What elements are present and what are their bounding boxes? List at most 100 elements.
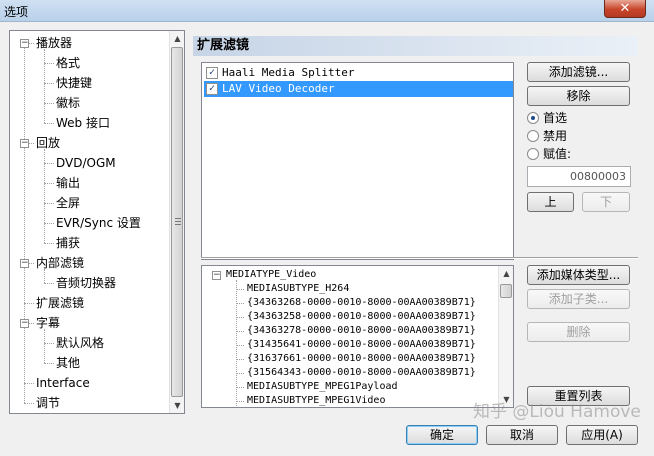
media-subtype-item[interactable]: {31435641-0000-0010-8000-00AA00389B71} [247, 338, 476, 352]
radio-label: 赋值: [543, 147, 572, 161]
filter-list[interactable]: ✓ Haali Media Splitter ✓ LAV Video Decod… [201, 62, 514, 260]
scrollbar-thumb[interactable] [171, 47, 183, 397]
tree-connector [44, 163, 54, 164]
divider [201, 257, 638, 259]
tree-item[interactable]: Web 接口 [54, 115, 112, 131]
radio-button[interactable] [527, 112, 539, 124]
tree-connector [236, 373, 244, 374]
tree-connector [236, 345, 244, 346]
add-media-type-button[interactable]: 添加媒体类型... [527, 265, 630, 285]
tree-item[interactable]: Interface [34, 375, 92, 391]
media-subtype-item[interactable]: {34363268-0000-0010-8000-00AA00389B71} [247, 296, 476, 310]
tree-connector [44, 343, 54, 344]
media-type-root[interactable]: MEDIATYPE_Video [226, 268, 316, 282]
media-type-tree[interactable]: MEDIATYPE_Video − MEDIASUBTYPE_H264 {343632… [201, 265, 514, 408]
tree-connector [44, 103, 54, 104]
tree-item[interactable]: 内部滤镜 [34, 255, 86, 271]
media-subtype-item[interactable]: MEDIASUBTYPE_MPEG1Video [247, 394, 385, 407]
move-up-button[interactable]: 上 [527, 192, 574, 212]
tree-item[interactable]: 格式 [54, 55, 82, 71]
tree-item[interactable]: 捕获 [54, 235, 82, 251]
tree-connector [24, 403, 34, 404]
radio-button[interactable] [527, 130, 539, 142]
tree-item[interactable]: DVD/OGM [54, 155, 118, 171]
collapse-icon[interactable]: − [20, 259, 29, 268]
close-icon: ✕ [619, 1, 631, 16]
tree-item[interactable]: 全屏 [54, 195, 82, 211]
tree-item[interactable]: 扩展滤镜 [34, 295, 87, 311]
filter-name: Haali Media Splitter [222, 66, 355, 79]
panel-title: 扩展滤镜 [193, 36, 638, 56]
filter-item[interactable]: ✓ Haali Media Splitter [204, 65, 513, 81]
tree-item[interactable]: 默认风格 [54, 335, 106, 351]
add-filter-button[interactable]: 添加滤镜... [527, 62, 630, 82]
delete-button[interactable]: 删除 [527, 322, 630, 342]
tree-connector [44, 329, 45, 363]
collapse-icon[interactable]: − [20, 39, 29, 48]
close-button[interactable]: ✕ [604, 0, 646, 18]
grip-line [175, 224, 181, 225]
media-subtype-item[interactable]: MEDIASUBTYPE_H264 [247, 282, 349, 296]
media-type-items: MEDIATYPE_Video − MEDIASUBTYPE_H264 {343632… [202, 266, 498, 407]
filter-checkbox[interactable]: ✓ [206, 67, 218, 79]
tree-connector [44, 223, 54, 224]
scroll-down-icon[interactable]: ▼ [170, 398, 185, 413]
tree-connector [236, 359, 244, 360]
collapse-icon[interactable]: − [20, 139, 29, 148]
tree-item[interactable]: 回放 [34, 135, 62, 151]
remove-button[interactable]: 移除 [527, 86, 630, 106]
media-subtype-item[interactable]: MEDIASUBTYPE_MPEG1Payload [247, 380, 398, 394]
tree-item[interactable]: 徽标 [54, 95, 82, 111]
tree-item[interactable]: 输出 [54, 175, 82, 191]
tree-connector [24, 303, 34, 304]
tree-item[interactable]: EVR/Sync 设置 [54, 215, 143, 231]
tree-item[interactable]: 字幕 [34, 315, 62, 331]
add-subtype-button[interactable]: 添加子类... [527, 289, 630, 309]
grip-line [175, 218, 181, 219]
grip-line [175, 221, 181, 222]
tree-connector [44, 283, 54, 284]
tree-connector [236, 331, 244, 332]
tree-connector [236, 289, 244, 290]
radio-button[interactable] [527, 148, 539, 160]
tree-connector [44, 63, 54, 64]
watermark: 知乎 @Liou Hamove [473, 402, 641, 422]
tree-connector [24, 383, 34, 384]
tree-connector [236, 401, 244, 402]
tree-connector [44, 49, 45, 123]
tree-connector [44, 123, 54, 124]
title-bar: 选项 ✕ [0, 0, 654, 22]
tree-connector [44, 83, 54, 84]
media-subtype-item[interactable]: {31637661-0000-0010-8000-00AA00389B71} [247, 352, 476, 366]
tree-item[interactable]: 播放器 [34, 35, 74, 51]
tree-connector [236, 387, 244, 388]
tree-item[interactable]: 其他 [54, 355, 82, 371]
tree-connector [44, 363, 54, 364]
tree-connector [44, 183, 54, 184]
collapse-icon[interactable]: − [212, 271, 221, 280]
media-type-scrollbar[interactable]: ▲ ▼ [498, 266, 513, 407]
collapse-icon[interactable]: − [20, 319, 29, 328]
scrollbar-thumb[interactable] [500, 284, 512, 298]
tree-scrollbar[interactable]: ▲ ▼ [169, 31, 184, 413]
media-subtype-item[interactable]: {31564343-0000-0010-8000-00AA00389B71} [247, 366, 476, 380]
options-tree: − 播放器 格式 快捷键 徽标 Web 接口 − 回放 DVD/OGM 输出 全屏 EVR/Sync … [9, 30, 185, 414]
filter-item[interactable]: ✓ LAV Video Decoder [204, 81, 513, 97]
media-subtype-item[interactable]: {34363278-0000-0010-8000-00AA00389B71} [247, 324, 476, 338]
filter-checkbox[interactable]: ✓ [206, 83, 218, 95]
dialog-body: − 播放器 格式 快捷键 徽标 Web 接口 − 回放 DVD/OGM 输出 全屏 EVR/Sync … [0, 22, 654, 456]
tree-item[interactable]: 音频切换器 [54, 275, 118, 291]
radio-label: 禁用 [543, 129, 568, 143]
scroll-up-icon[interactable]: ▲ [170, 31, 185, 46]
cancel-button[interactable]: 取消 [486, 425, 558, 445]
tree-connector [236, 317, 244, 318]
merit-value-field[interactable]: 00800003 [527, 166, 631, 187]
ok-button[interactable]: 确定 [406, 425, 478, 445]
tree-item[interactable]: 调节 [34, 395, 62, 411]
scroll-up-icon[interactable]: ▲ [499, 266, 514, 281]
media-subtype-item[interactable]: {34363258-0000-0010-8000-00AA00389B71} [247, 310, 476, 324]
apply-button[interactable]: 应用(A) [566, 425, 638, 445]
move-down-button[interactable]: 下 [582, 192, 630, 212]
tree-connector [44, 243, 54, 244]
tree-item[interactable]: 快捷键 [54, 75, 94, 91]
